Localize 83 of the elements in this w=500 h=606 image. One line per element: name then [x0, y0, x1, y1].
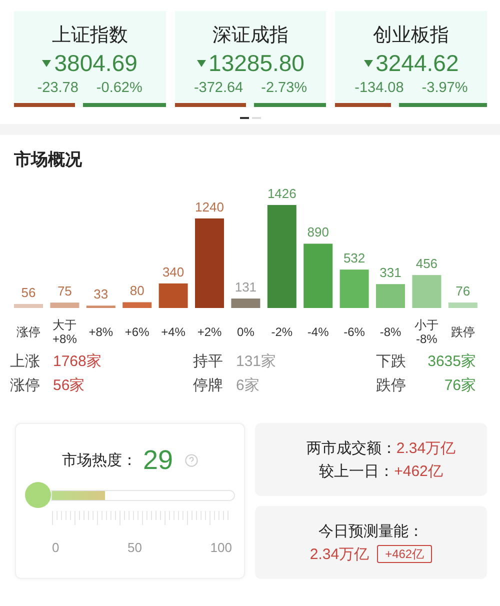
scale-label: 0	[52, 540, 60, 555]
index-percent: -0.62%	[96, 80, 142, 96]
bar-value: 33	[94, 286, 108, 302]
bar	[14, 304, 43, 308]
bar-category: +4%	[161, 325, 186, 339]
section-title: 市场概况	[13, 149, 83, 171]
index-card[interactable]: 深证成指 13285.80 -372.64 -2.73%	[174, 11, 326, 107]
bar-value: 80	[130, 283, 144, 298]
bar	[50, 302, 80, 308]
bar-value: 890	[307, 224, 329, 240]
bar-value: 456	[416, 256, 438, 272]
bar-value: 331	[380, 265, 402, 280]
index-value: 3804.69	[54, 49, 138, 77]
bar-value: 75	[57, 284, 72, 299]
bar	[340, 270, 369, 308]
heat-value: 29	[142, 444, 174, 476]
page-indicator[interactable]	[240, 117, 248, 119]
bar-category: -2%	[271, 325, 293, 339]
bar-category: 大于 +8%	[52, 318, 77, 346]
stat-value: 56家	[53, 376, 85, 396]
bar	[86, 306, 116, 308]
bar	[122, 302, 152, 308]
stat-label: 上涨	[10, 352, 40, 372]
index-percent: -2.73%	[261, 80, 308, 96]
stat-value: 1768家	[53, 352, 102, 372]
bar	[376, 284, 405, 308]
scale-label: 100	[210, 540, 232, 555]
bar-value: 532	[343, 250, 366, 266]
bar-category: +2%	[197, 325, 222, 339]
bar	[412, 275, 442, 308]
down-triangle-icon	[196, 60, 206, 66]
index-name: 上证指数	[52, 24, 128, 48]
index-card[interactable]: 上证指数 3804.69 -23.78 -0.62%	[14, 11, 166, 107]
bar-category: +6%	[124, 325, 150, 339]
bar	[231, 298, 260, 308]
help-icon[interactable]	[185, 454, 198, 466]
index-change: -134.08	[354, 80, 404, 96]
index-name: 深证成指	[212, 24, 288, 48]
forecast-label: 今日预测量能：	[318, 522, 424, 542]
stat-label: 下跌	[376, 352, 406, 372]
bar-category: 0%	[237, 325, 254, 339]
bar-category: 小于 -8%	[414, 318, 439, 346]
bar-value: 56	[21, 284, 36, 300]
down-triangle-icon	[364, 60, 373, 66]
index-change: -23.78	[37, 80, 78, 96]
bar-category: 涨停	[16, 325, 40, 339]
forecast-value: 2.34万亿	[310, 544, 370, 564]
bar-value: 1426	[267, 186, 296, 201]
stat-label: 涨停	[10, 376, 40, 396]
stat-label: 跌停	[376, 376, 406, 396]
bar	[448, 302, 478, 308]
turnover-label: 两市成交额：	[306, 438, 396, 458]
bar	[304, 244, 333, 308]
index-name: 创业板指	[373, 24, 450, 48]
stat-label: 停牌	[193, 376, 223, 396]
bar	[158, 283, 188, 308]
stat-value: 6家	[236, 376, 260, 396]
bar-value: 76	[456, 284, 470, 298]
down-triangle-icon	[42, 60, 52, 66]
stat-value: 131家	[236, 352, 276, 372]
turnover-value: +462亿	[394, 462, 443, 482]
index-card[interactable]: 创业板指 3244.62 -134.08 -3.97%	[335, 11, 488, 107]
bar-value: 1240	[195, 199, 224, 214]
turnover-label: 较上一日：	[319, 462, 394, 482]
index-change: -372.64	[194, 80, 244, 96]
bar-category: -4%	[307, 325, 329, 339]
index-value: 3244.62	[376, 49, 459, 77]
bar-category: -8%	[380, 325, 402, 339]
index-percent: -3.97%	[422, 80, 468, 96]
bar-category: 跌停	[450, 325, 475, 339]
bar-category: +8%	[88, 325, 114, 339]
stat-label: 持平	[193, 352, 223, 372]
bar-value: 340	[162, 264, 184, 280]
stat-value: 3635家	[428, 352, 476, 372]
stat-value: 76家	[444, 376, 476, 396]
scale-label: 50	[128, 540, 142, 555]
heat-label: 市场热度：	[62, 450, 137, 470]
forecast-change-tag: +462亿	[377, 545, 432, 563]
turnover-value: 2.34万亿	[396, 438, 456, 458]
index-value: 13285.80	[208, 49, 304, 77]
heat-slider-knob[interactable]	[25, 482, 51, 508]
bar-category: -6%	[344, 325, 365, 339]
bar-value: 131	[234, 280, 257, 295]
